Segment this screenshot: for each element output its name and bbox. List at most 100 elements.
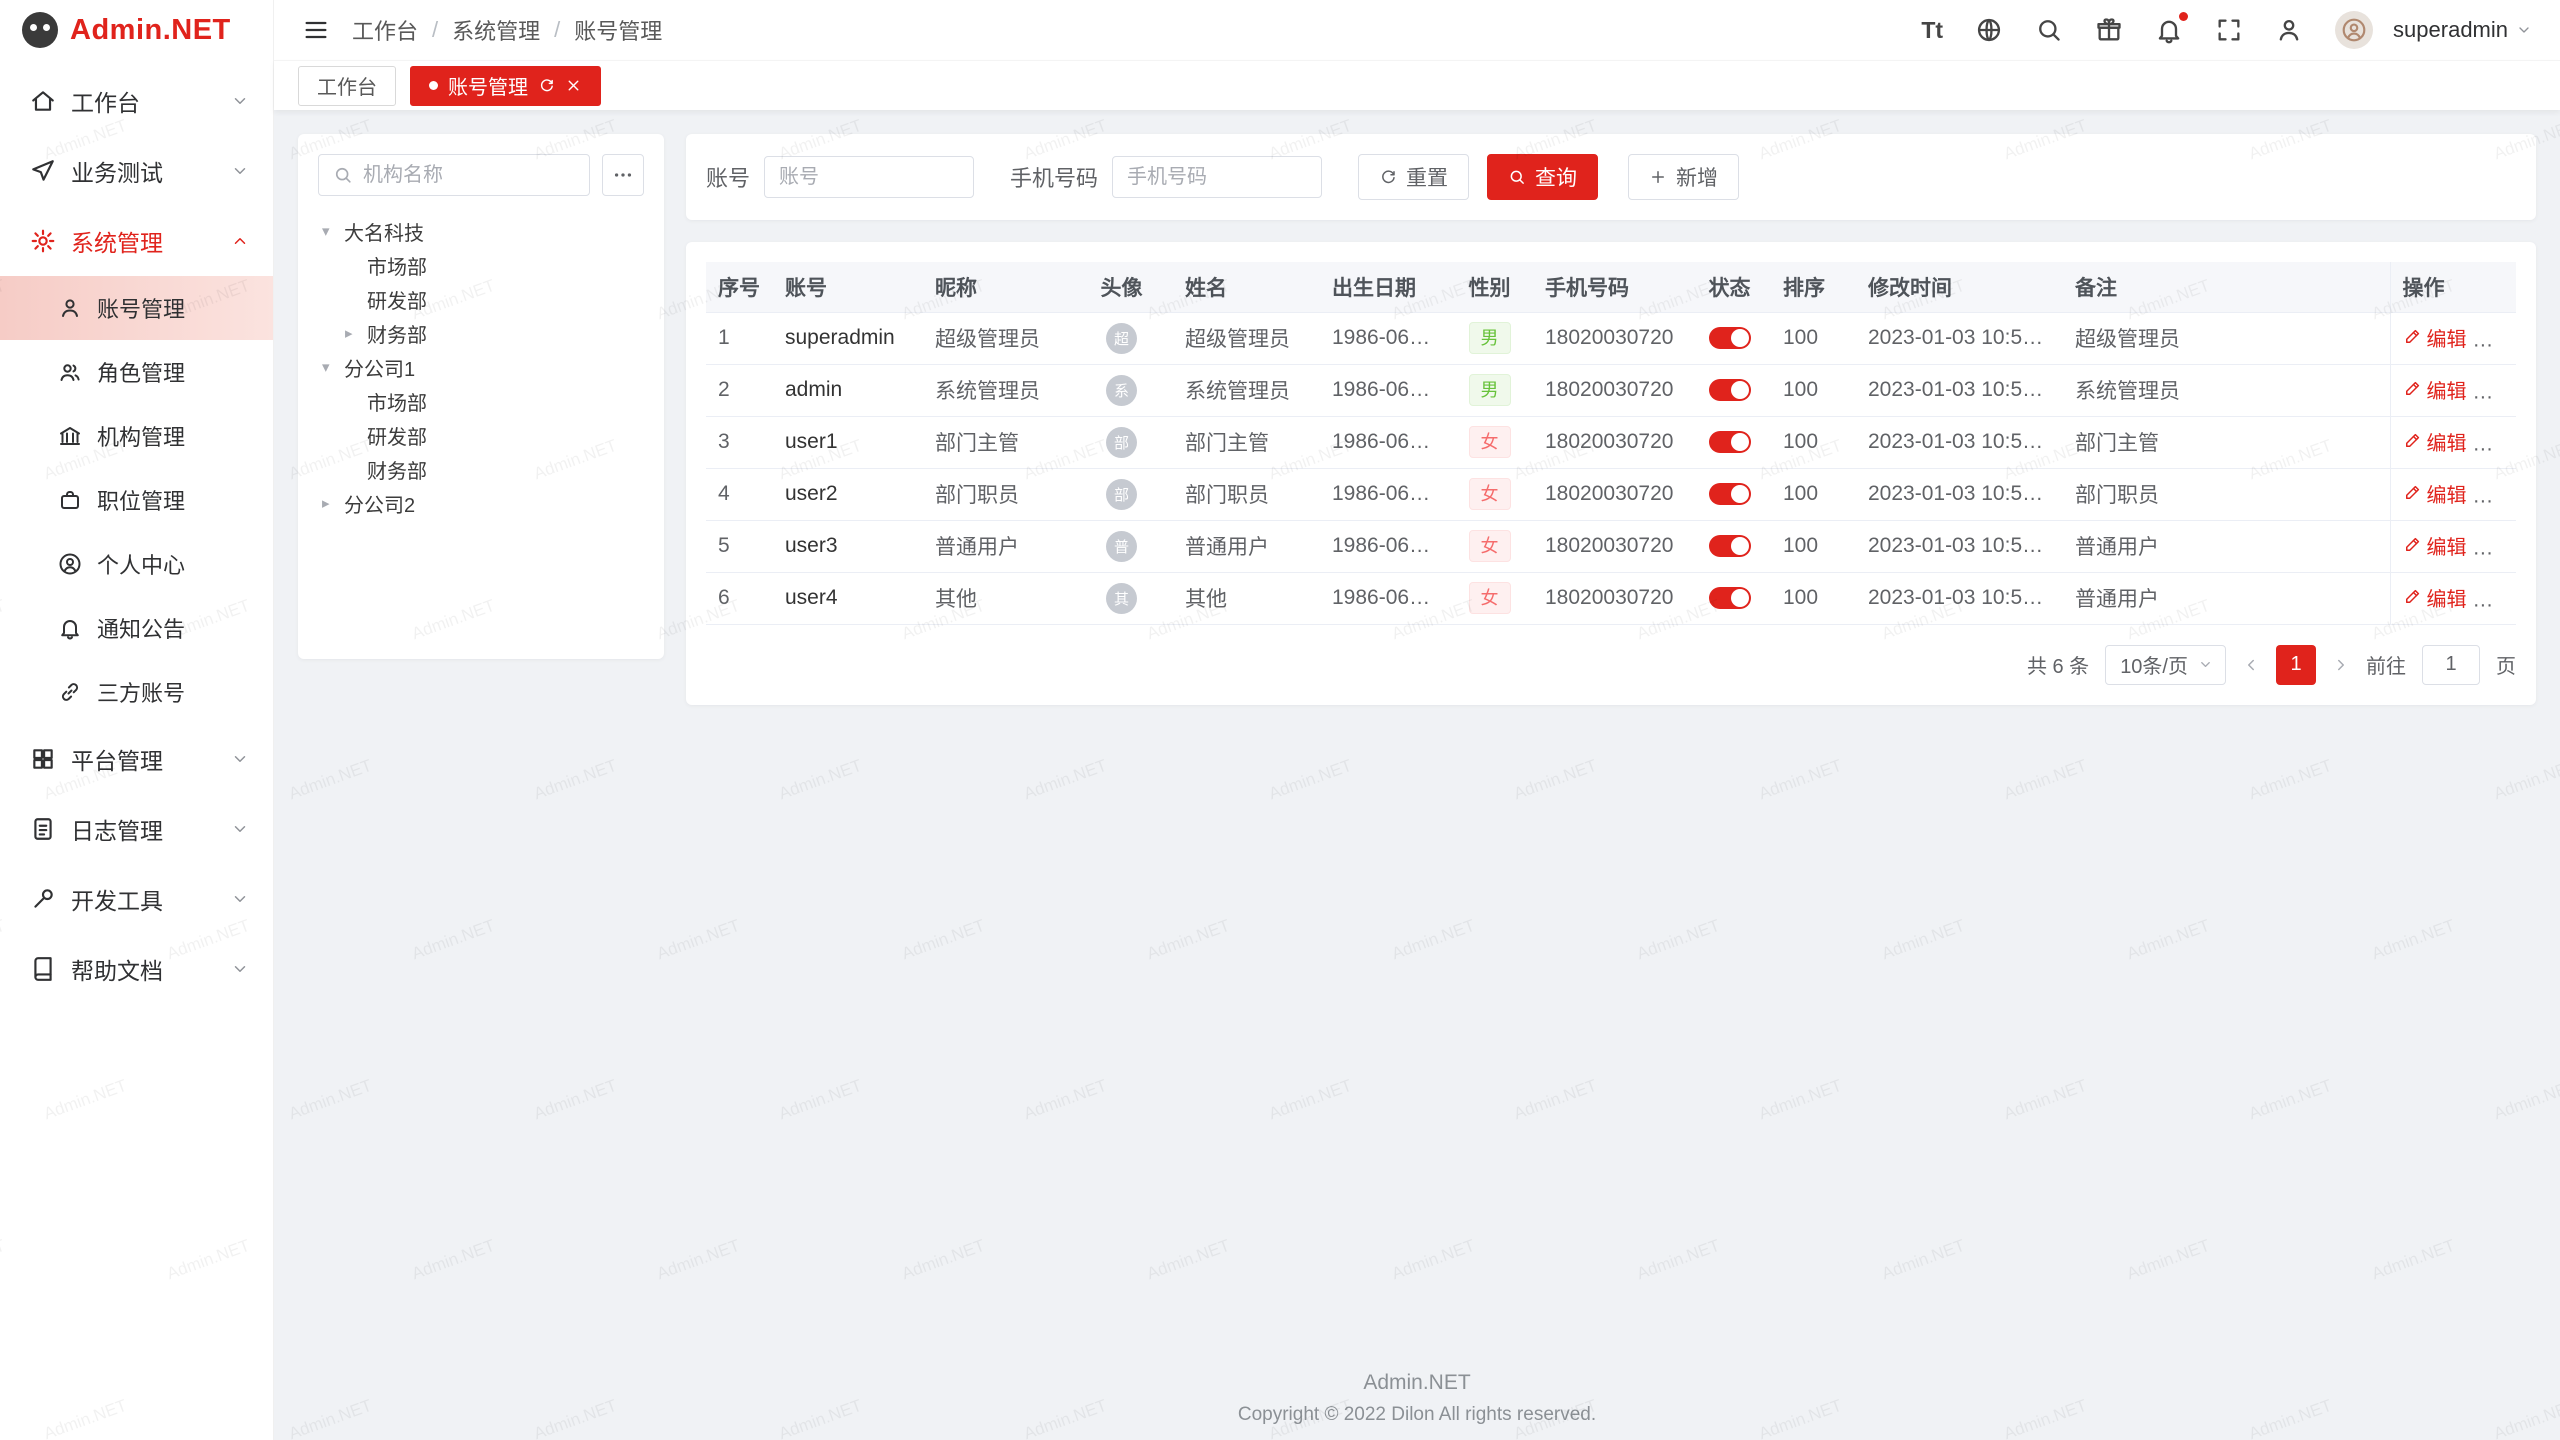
- sidebar-subitem-personal-center[interactable]: 个人中心: [0, 532, 273, 596]
- home-icon: [30, 88, 56, 114]
- active-tab-dot: [429, 81, 438, 90]
- refresh-icon[interactable]: [538, 77, 555, 94]
- tree-node[interactable]: 分公司2: [318, 486, 644, 520]
- caret-down-icon[interactable]: [322, 222, 344, 240]
- search-icon[interactable]: [2035, 16, 2063, 44]
- breadcrumb: 工作台 / 系统管理 / 账号管理: [352, 14, 662, 46]
- chevron-down-icon: [231, 820, 249, 838]
- status-toggle[interactable]: [1709, 587, 1751, 609]
- sidebar-subitem-account-mgmt[interactable]: 账号管理: [0, 276, 273, 340]
- sidebar-subitem-position-mgmt[interactable]: 职位管理: [0, 468, 273, 532]
- row-avatar: 部: [1106, 427, 1137, 458]
- goto-page-input[interactable]: [2422, 645, 2480, 685]
- row-more-button[interactable]: [2488, 433, 2508, 456]
- caret-down-icon[interactable]: [322, 358, 344, 376]
- page-number-current[interactable]: 1: [2276, 645, 2316, 685]
- tree-more-button[interactable]: [602, 154, 644, 196]
- tab-account-mgmt[interactable]: 账号管理: [410, 66, 601, 106]
- org-search-input[interactable]: [363, 164, 575, 187]
- table-row: 5 user3 普通用户 普 普通用户 1986-06-28 女 1802003…: [706, 520, 2516, 572]
- sidebar-item-workbench[interactable]: 工作台: [0, 66, 273, 136]
- sidebar-item-dev-tools[interactable]: 开发工具: [0, 864, 273, 934]
- row-more-button[interactable]: [2488, 485, 2508, 508]
- phone-input[interactable]: [1127, 166, 1307, 189]
- sidebar-item-help-docs[interactable]: 帮助文档: [0, 934, 273, 1004]
- sidebar-subitem-thirdparty-account[interactable]: 三方账号: [0, 660, 273, 724]
- chevron-down-icon: [2198, 657, 2213, 672]
- close-icon[interactable]: [565, 77, 582, 94]
- status-toggle[interactable]: [1709, 483, 1751, 505]
- table-row: 6 user4 其他 其 其他 1986-06-28 女 18020030720…: [706, 572, 2516, 624]
- row-more-button[interactable]: [2488, 589, 2508, 612]
- sidebar-item-business-test[interactable]: 业务测试: [0, 136, 273, 206]
- next-page-button[interactable]: [2332, 656, 2350, 674]
- tree-node[interactable]: 市场部: [318, 248, 644, 282]
- tree-node[interactable]: 财务部: [318, 452, 644, 486]
- gender-tag: 女: [1469, 426, 1511, 458]
- row-avatar: 普: [1106, 531, 1137, 562]
- total-count: 共 6 条: [2027, 650, 2089, 679]
- profile-icon[interactable]: [2275, 16, 2303, 44]
- org-tree: 大名科技 市场部 研发部 财务部 分公司1 市场部 研发部 财务部 分公司2: [318, 214, 644, 520]
- row-more-button[interactable]: [2488, 381, 2508, 404]
- status-toggle[interactable]: [1709, 431, 1751, 453]
- globe-icon[interactable]: [1975, 16, 2003, 44]
- account-label: 账号: [706, 161, 750, 193]
- tree-node[interactable]: 财务部: [318, 316, 644, 350]
- edit-button[interactable]: 编辑: [2403, 583, 2467, 612]
- page-unit-label: 页: [2496, 650, 2516, 679]
- user-menu[interactable]: superadmin: [2393, 17, 2532, 43]
- account-input[interactable]: [779, 166, 959, 189]
- tree-node[interactable]: 市场部: [318, 384, 644, 418]
- edit-button[interactable]: 编辑: [2403, 531, 2467, 560]
- status-toggle[interactable]: [1709, 379, 1751, 401]
- right-column: 账号 手机号码 重置: [686, 134, 2536, 705]
- sidebar-item-log-mgmt[interactable]: 日志管理: [0, 794, 273, 864]
- tab-workbench[interactable]: 工作台: [298, 66, 396, 106]
- tree-node[interactable]: 研发部: [318, 282, 644, 316]
- add-button[interactable]: 新增: [1628, 154, 1739, 200]
- app-root: Admin.NET 工作台 业务测试 系统管理 账号管理: [0, 0, 2560, 1440]
- page-size-select[interactable]: 10条/页: [2105, 645, 2226, 685]
- edit-button[interactable]: 编辑: [2403, 375, 2467, 404]
- breadcrumb-item[interactable]: 系统管理: [452, 14, 540, 46]
- goto-label: 前往: [2366, 650, 2406, 679]
- gender-tag: 女: [1469, 530, 1511, 562]
- gift-icon[interactable]: [2095, 16, 2123, 44]
- sidebar-subitem-role-mgmt[interactable]: 角色管理: [0, 340, 273, 404]
- caret-right-icon[interactable]: [322, 494, 344, 512]
- status-toggle[interactable]: [1709, 327, 1751, 349]
- tabs-bar: 工作台 账号管理: [274, 60, 2560, 110]
- org-search-field: [318, 154, 590, 196]
- font-size-icon[interactable]: Tt: [1921, 17, 1943, 44]
- gender-tag: 男: [1469, 322, 1511, 354]
- avatar[interactable]: [2335, 11, 2373, 49]
- edit-button[interactable]: 编辑: [2403, 427, 2467, 456]
- sidebar-subitem-org-mgmt[interactable]: 机构管理: [0, 404, 273, 468]
- search-button[interactable]: 查询: [1487, 154, 1598, 200]
- tree-node[interactable]: 分公司1: [318, 350, 644, 384]
- tree-node[interactable]: 大名科技: [318, 214, 644, 248]
- fullscreen-icon[interactable]: [2215, 16, 2243, 44]
- prev-page-button[interactable]: [2242, 656, 2260, 674]
- tree-node[interactable]: 研发部: [318, 418, 644, 452]
- row-more-button[interactable]: [2488, 537, 2508, 560]
- sidebar-item-system-mgmt[interactable]: 系统管理: [0, 206, 273, 276]
- sidebar-subitem-notice[interactable]: 通知公告: [0, 596, 273, 660]
- hamburger-menu-icon[interactable]: [302, 16, 330, 44]
- phone-field: [1112, 156, 1322, 198]
- breadcrumb-item[interactable]: 工作台: [352, 14, 418, 46]
- row-more-button[interactable]: [2488, 329, 2508, 352]
- reset-button[interactable]: 重置: [1358, 154, 1469, 200]
- bell-icon[interactable]: [2155, 16, 2183, 44]
- caret-right-icon[interactable]: [345, 324, 367, 342]
- accounts-table-panel: 序号 账号 昵称 头像 姓名 出生日期 性别 手机号码 状态 排序 修改时间: [686, 242, 2536, 705]
- sidebar-item-platform-mgmt[interactable]: 平台管理: [0, 724, 273, 794]
- send-icon: [30, 158, 56, 184]
- status-toggle[interactable]: [1709, 535, 1751, 557]
- topbar-actions: Tt superadmin: [1921, 11, 2532, 49]
- edit-button[interactable]: 编辑: [2403, 479, 2467, 508]
- edit-button[interactable]: 编辑: [2403, 323, 2467, 352]
- table-header-row: 序号 账号 昵称 头像 姓名 出生日期 性别 手机号码 状态 排序 修改时间: [706, 262, 2516, 312]
- account-field: [764, 156, 974, 198]
